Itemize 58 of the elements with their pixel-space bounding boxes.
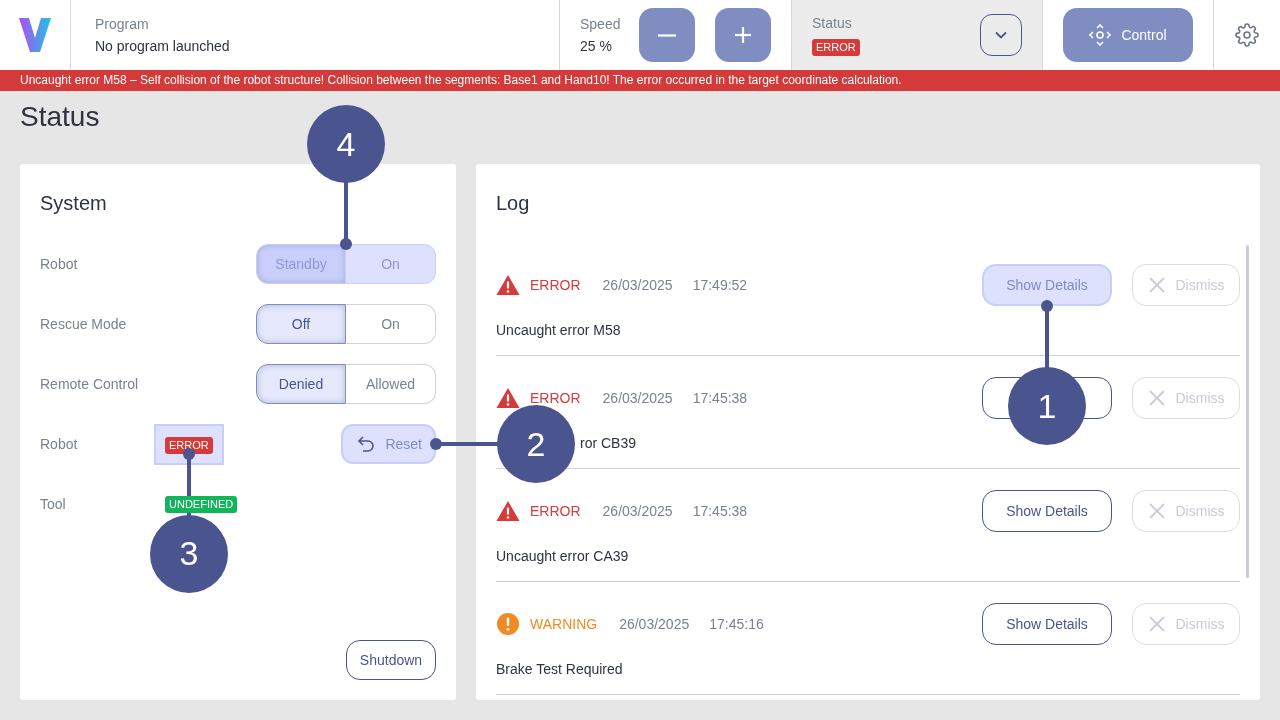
- log-time: 17:45:38: [692, 501, 748, 521]
- minus-icon: [658, 33, 676, 37]
- status-badge: ERROR: [812, 38, 860, 56]
- settings-icon[interactable]: [1235, 23, 1259, 47]
- scrollbar[interactable]: [1246, 245, 1249, 578]
- program-name: No program launched: [95, 36, 230, 56]
- shutdown-button[interactable]: Shutdown: [346, 640, 436, 680]
- level-label: ERROR: [530, 388, 581, 408]
- plus-button[interactable]: [715, 8, 771, 62]
- program-label: Program: [95, 14, 150, 33]
- show-details-button[interactable]: Show Details: [982, 264, 1112, 306]
- row-label: Tool: [40, 494, 67, 514]
- status-badge: ERROR: [165, 436, 213, 454]
- log-date: 26/03/2025: [602, 388, 673, 408]
- status-label: Status: [812, 13, 853, 32]
- log-date: 26/03/2025: [619, 614, 690, 634]
- row-label: Robot: [40, 254, 79, 274]
- close-icon: [1147, 276, 1166, 294]
- reset-button[interactable]: Reset: [341, 424, 436, 464]
- card-title: Log: [496, 191, 531, 215]
- log-time: 17:45:16: [709, 614, 764, 634]
- toggle-option[interactable]: Off: [256, 304, 346, 344]
- plus-icon: [733, 25, 753, 45]
- log-time: 17:49:52: [692, 275, 748, 295]
- row-label: Rescue Mode: [40, 314, 128, 334]
- move-icon: [1089, 24, 1112, 46]
- log-date: 26/03/2025: [602, 275, 673, 295]
- log-time: 17:45:38: [692, 388, 748, 408]
- row-label: Robot: [40, 434, 79, 454]
- level-label: ERROR: [530, 501, 581, 521]
- log-date: 26/03/2025: [602, 501, 673, 521]
- page-title: Status: [20, 100, 101, 134]
- toggle-option[interactable]: Allowed: [346, 364, 436, 404]
- log-message: ror CB39: [580, 434, 637, 453]
- row-label: Remote Control: [40, 374, 140, 394]
- log-message: Brake Test Required: [496, 660, 623, 679]
- toggle-option[interactable]: On: [346, 304, 436, 344]
- speed-value: 25 %: [580, 36, 613, 56]
- level-label: WARNING: [530, 614, 598, 634]
- speed-label: Speed: [580, 14, 622, 33]
- error-banner: Uncaught error M58 – Self collision of the robot structure! Collision between the segments: Base1 and Hand10! The error occurred in the target coordinate calculation.: [0, 70, 1280, 91]
- level-label: ERROR: [530, 275, 581, 295]
- logo-icon: [19, 18, 51, 52]
- toggle-option[interactable]: Denied: [256, 364, 346, 404]
- control-button[interactable]: Control: [1063, 8, 1193, 62]
- close-icon: [1147, 389, 1166, 407]
- show-details-button[interactable]: Show Details: [982, 603, 1112, 645]
- callout-number: 4: [307, 105, 385, 183]
- close-icon: [1147, 502, 1166, 520]
- close-icon: [1147, 615, 1166, 633]
- dropdown-button[interactable]: [980, 14, 1022, 56]
- status-badge: UNDEFINED: [165, 495, 238, 513]
- log-message: Uncaught error M58: [496, 321, 621, 340]
- undo-icon: [357, 435, 376, 453]
- card-title: System: [40, 191, 108, 215]
- minus-button[interactable]: [639, 8, 695, 62]
- show-details-button[interactable]: Show Details: [982, 490, 1112, 532]
- log-message: Uncaught error CA39: [496, 547, 629, 566]
